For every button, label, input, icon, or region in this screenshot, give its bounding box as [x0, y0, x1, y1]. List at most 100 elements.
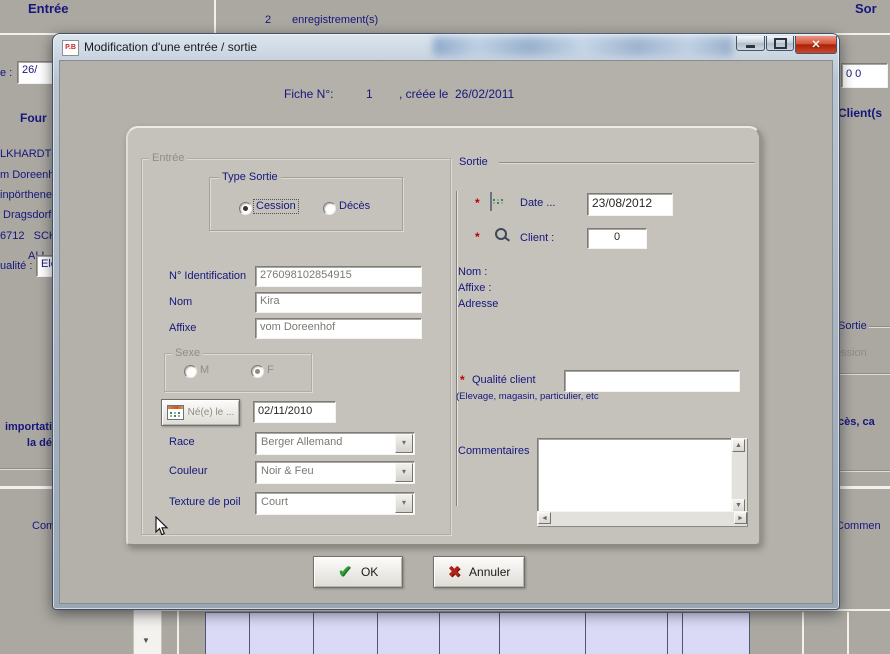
window-controls: ✕	[736, 36, 837, 54]
bg-deces-label: cès, ca	[838, 416, 875, 429]
required-mark: *	[475, 230, 480, 244]
sortie-group-line	[499, 162, 755, 163]
close-icon: ✕	[811, 38, 820, 51]
bg-sortie-group-label: Sortie	[838, 320, 867, 333]
bg-note-line2: la dé	[0, 437, 52, 450]
sortie-client-field[interactable]: 0	[587, 228, 647, 249]
radio-sexe-m	[184, 365, 197, 378]
texture-dropdown-button: ▾	[395, 494, 413, 513]
qualite-client-hint: (Elevage, magasin, particulier, etc	[456, 391, 599, 402]
couleur-dropdown-button: ▾	[395, 463, 413, 482]
scroll-down-icon[interactable]: ▼	[142, 636, 150, 645]
radio-cession-label[interactable]: Cession	[253, 199, 299, 214]
grid-line	[249, 613, 250, 654]
bg-date-label: e :	[0, 67, 12, 80]
fiche-created-date: 26/02/2011	[455, 87, 514, 101]
dialog-modification-entree-sortie: P.B Modification d'une entrée / sortie ✕…	[52, 33, 840, 610]
sortie-date-field[interactable]: 23/08/2012	[587, 193, 673, 216]
bg-data-grid	[205, 612, 750, 654]
radio-sexe-m-label: M	[200, 364, 209, 377]
radio-deces[interactable]	[323, 202, 336, 215]
race-value: Berger Allemand	[261, 436, 342, 448]
redacted-blur	[433, 37, 733, 56]
grid-line	[499, 613, 500, 654]
bg-address-line: inpörthene	[0, 189, 52, 202]
qualite-client-input[interactable]	[564, 370, 740, 392]
grid-line	[667, 613, 668, 654]
close-button[interactable]: ✕	[795, 36, 837, 54]
sortie-group-label: Sortie	[459, 156, 488, 169]
ok-button-label: OK	[361, 565, 378, 579]
birthdate-button: Né(e) le ...	[161, 399, 240, 426]
birthdate-field[interactable]: 02/11/2010	[253, 401, 336, 423]
bg-record-count-label: enregistrement(s)	[292, 14, 378, 27]
grid-line	[749, 613, 750, 654]
bg-right-rule	[838, 486, 890, 489]
race-dropdown-button: ▾	[395, 434, 413, 453]
client-affixe-label: Affixe :	[458, 282, 491, 294]
bg-right-field: 0 0	[841, 63, 888, 88]
bg-sortie-group-line	[869, 326, 890, 327]
maximize-button[interactable]	[766, 36, 794, 51]
client-adresse-label: Adresse	[458, 298, 498, 310]
grid-line	[439, 613, 440, 654]
scroll-left-icon[interactable]: ◄	[538, 512, 551, 524]
bg-bottom-vline1	[802, 612, 804, 654]
fiche-number-label: Fiche N°:	[284, 87, 333, 101]
maximize-icon	[774, 38, 787, 49]
type-sortie-label: Type Sortie	[219, 171, 281, 183]
commentaires-label: Commentaires	[458, 445, 530, 457]
scroll-right-icon[interactable]: ►	[734, 512, 747, 524]
bg-comment-label-right: Commen	[836, 520, 881, 533]
sortie-client-label: Client :	[520, 232, 554, 244]
race-combo: Berger Allemand ▾	[255, 432, 415, 455]
commentaires-textarea[interactable]	[537, 438, 741, 513]
bg-left-divider	[0, 468, 53, 469]
sortie-date-label: Date ...	[520, 197, 555, 209]
annuler-button[interactable]: ✖ Annuler	[433, 556, 525, 588]
commentaires-hscrollbar[interactable]: ◄ ►	[537, 511, 748, 527]
bg-clients-label: Client(s	[838, 106, 882, 120]
app-icon: P.B	[62, 40, 79, 56]
ok-button[interactable]: ✔ OK	[313, 556, 403, 588]
mouse-cursor	[155, 516, 169, 537]
couleur-label: Couleur	[169, 465, 208, 477]
nom-label: Nom	[169, 296, 192, 308]
bg-address-line: LKHARDT	[0, 148, 51, 161]
grid-line	[585, 613, 586, 654]
affixe-field: vom Doreenhof	[255, 318, 422, 339]
birthdate-button-label: Né(e) le ...	[188, 407, 235, 418]
radio-deces-label[interactable]: Décès	[339, 200, 370, 213]
race-label: Race	[169, 436, 195, 448]
screen: Entrée 2 enregistrement(s) Sor e : 26/ F…	[0, 0, 890, 654]
check-icon: ✔	[338, 562, 352, 582]
dialog-title: Modification d'une entrée / sortie	[84, 40, 257, 54]
minimize-icon	[746, 45, 755, 48]
bg-left-rule	[0, 486, 53, 489]
bg-note-line1: importati	[0, 421, 52, 434]
minimize-button[interactable]	[736, 36, 765, 51]
couleur-combo: Noir & Feu ▾	[255, 461, 415, 484]
bg-scrollbar-track[interactable]: ▼	[133, 609, 162, 654]
bg-right-divider2	[838, 470, 890, 471]
bg-top-divider	[214, 0, 216, 34]
bg-address-line: 6712 SCH	[0, 230, 57, 243]
texture-label: Texture de poil	[169, 496, 241, 508]
affixe-label: Affixe	[169, 322, 196, 334]
bg-fournisseur-label: Four	[20, 111, 47, 125]
grid-line	[205, 613, 206, 654]
commentaires-vscrollbar[interactable]: ▲ ▼	[731, 438, 748, 513]
radio-cession[interactable]	[239, 202, 252, 215]
bg-entree-heading: Entrée	[28, 1, 68, 16]
chevron-down-icon: ▾	[402, 467, 406, 476]
scroll-up-icon[interactable]: ▲	[732, 439, 745, 452]
date-picker-icon[interactable]	[490, 192, 492, 211]
bg-right-divider1	[838, 373, 890, 374]
type-sortie-groupbox	[209, 177, 403, 231]
couleur-value: Noir & Feu	[261, 465, 314, 477]
grid-line	[313, 613, 314, 654]
fiche-number-value: 1	[366, 87, 373, 101]
section-separator	[456, 191, 457, 506]
bg-bottom-divider	[177, 609, 179, 654]
texture-combo: Court ▾	[255, 492, 415, 515]
